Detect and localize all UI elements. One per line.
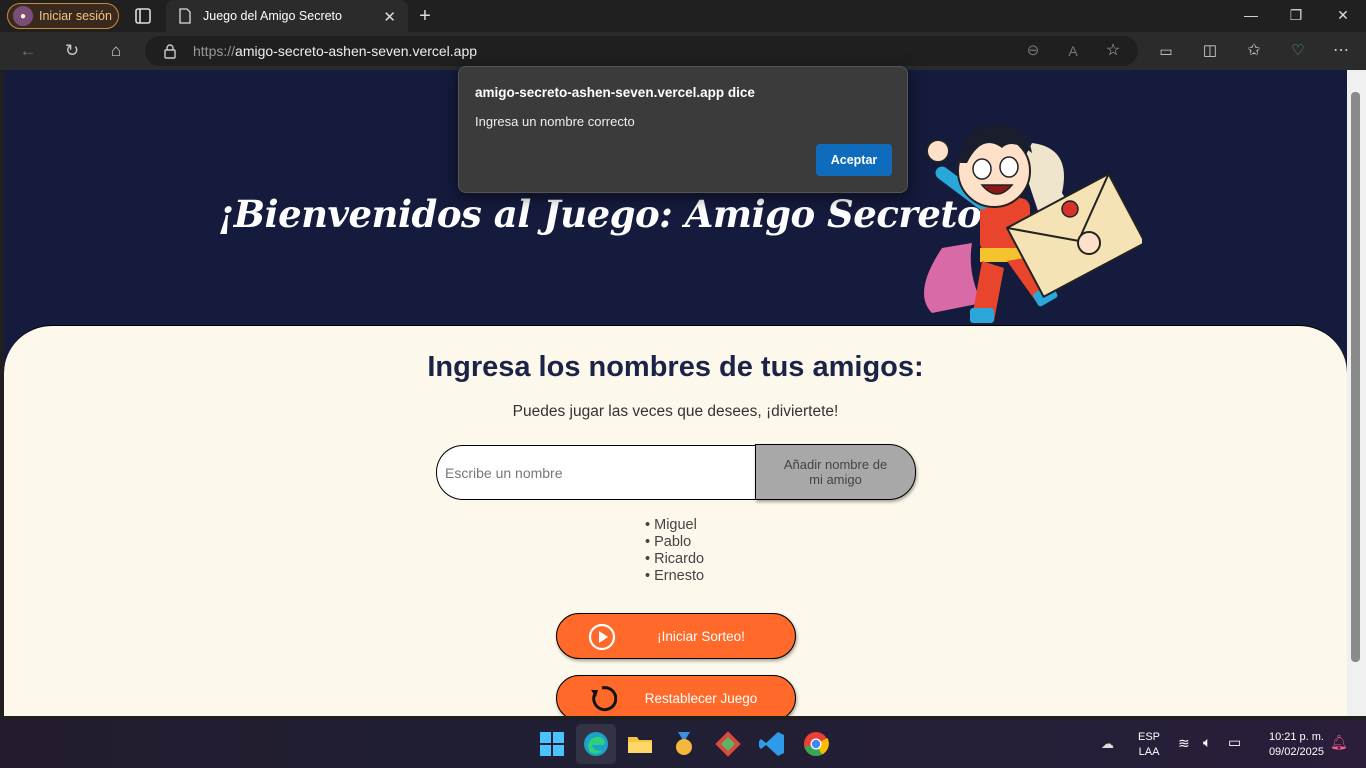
lock-icon[interactable]: [163, 43, 177, 59]
home-icon[interactable]: ⌂: [105, 40, 127, 62]
friend-item: Miguel: [645, 517, 704, 534]
input-language[interactable]: ESP LAA: [1138, 730, 1160, 760]
start-draw-label: ¡Iniciar Sorteo!: [657, 629, 745, 644]
windows-start-icon[interactable]: [538, 730, 566, 758]
browser-title-bar: ● Iniciar sesión Juego del Amigo Secreto…: [0, 0, 1366, 32]
signin-button[interactable]: ● Iniciar sesión: [7, 3, 119, 29]
windows-taskbar: ☁ ESP LAA ≋ 🔈︎ ▭ 10:21 p. m. 09/02/2025 🔔︎: [0, 720, 1366, 768]
scrollbar-thumb[interactable]: [1351, 92, 1360, 662]
play-icon: [588, 623, 616, 651]
refresh-icon[interactable]: ↻: [61, 40, 83, 62]
add-friend-button[interactable]: Añadir nombre de mi amigo: [755, 444, 916, 500]
page-scrollbar[interactable]: [1347, 70, 1366, 716]
chrome-icon[interactable]: [802, 730, 830, 758]
reset-icon: [591, 686, 617, 712]
alert-dialog: amigo-secreto-ashen-seven.vercel.app dic…: [458, 66, 908, 193]
edge-icon[interactable]: [582, 730, 610, 758]
vscode-icon[interactable]: [758, 730, 786, 758]
page-subtitle: Puedes jugar las veces que desees, ¡divi…: [512, 403, 839, 420]
friend-item: Ernesto: [645, 568, 704, 585]
weather-icon[interactable]: ☁: [1101, 736, 1114, 752]
restore-button[interactable]: ❐: [1286, 7, 1306, 24]
tab-title: Juego del Amigo Secreto: [203, 9, 342, 23]
main-card: Ingresa los nombres de tus amigos: Puede…: [4, 325, 1347, 716]
hero-title: ¡Bienvenidos al Juego: Amigo Secreto!: [218, 192, 997, 236]
battery-icon[interactable]: ▭: [1228, 734, 1241, 751]
volume-icon[interactable]: 🔈︎: [1203, 734, 1211, 751]
notification-bell-icon[interactable]: 🔔︎: [1330, 734, 1348, 751]
file-explorer-icon[interactable]: [626, 730, 654, 758]
more-menu-icon[interactable]: ⋯: [1330, 40, 1352, 62]
reset-game-button[interactable]: Restablecer Juego: [556, 675, 796, 716]
medal-app-icon[interactable]: [670, 730, 698, 758]
cast-icon[interactable]: ▭: [1155, 40, 1177, 62]
close-tab-icon[interactable]: ✕: [383, 8, 396, 26]
favorites-icon[interactable]: ✩: [1243, 40, 1265, 62]
browser-essentials-icon[interactable]: ♡: [1287, 40, 1309, 62]
clock[interactable]: 10:21 p. m. 09/02/2025: [1256, 730, 1324, 760]
minimize-button[interactable]: —: [1241, 7, 1261, 23]
favorite-star-icon[interactable]: ☆: [1102, 40, 1124, 62]
back-icon[interactable]: ←: [17, 40, 39, 62]
read-aloud-icon[interactable]: A: [1062, 40, 1084, 62]
dialog-message: Ingresa un nombre correcto: [475, 114, 635, 129]
close-window-button[interactable]: ✕: [1333, 7, 1353, 24]
dialog-title: amigo-secreto-ashen-seven.vercel.app dic…: [475, 85, 755, 100]
tab-active[interactable]: Juego del Amigo Secreto ✕: [166, 0, 408, 32]
tab-actions-icon[interactable]: [132, 6, 154, 26]
zoom-icon[interactable]: ⊖: [1022, 40, 1044, 62]
new-tab-button[interactable]: +: [414, 5, 436, 28]
friends-list: Miguel Pablo Ricardo Ernesto: [645, 517, 704, 585]
start-draw-button[interactable]: ¡Iniciar Sorteo!: [556, 613, 796, 659]
page-icon: [179, 8, 191, 24]
signin-label: Iniciar sesión: [39, 9, 112, 23]
name-input[interactable]: [436, 445, 758, 500]
git-tool-icon[interactable]: [714, 730, 742, 758]
url-text: https://amigo-secreto-ashen-seven.vercel…: [193, 43, 478, 59]
navigation-bar: ← ↻ ⌂ https://amigo-secreto-ashen-seven.…: [0, 32, 1366, 70]
reset-game-label: Restablecer Juego: [644, 691, 758, 706]
split-screen-icon[interactable]: ◫: [1199, 40, 1221, 62]
friend-item: Ricardo: [645, 551, 704, 568]
superhero-envelope-illustration: [924, 124, 1142, 323]
page-heading: Ingresa los nombres de tus amigos:: [427, 351, 924, 383]
wifi-icon[interactable]: ≋: [1178, 735, 1190, 752]
profile-avatar-icon: ●: [13, 6, 33, 26]
dialog-ok-button[interactable]: Aceptar: [816, 144, 892, 176]
address-bar[interactable]: https://amigo-secreto-ashen-seven.vercel…: [145, 36, 1138, 66]
friend-item: Pablo: [645, 534, 704, 551]
